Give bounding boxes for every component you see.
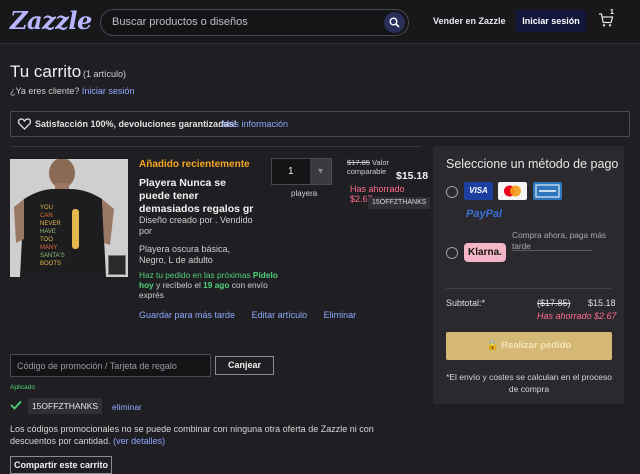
shirt-text-1: YOU bbox=[40, 205, 53, 211]
promo-note-text: Los códigos promocionales no se puede co… bbox=[10, 424, 374, 446]
shirt-text-4: HAVE bbox=[40, 229, 56, 235]
klarna-radio[interactable] bbox=[446, 247, 458, 259]
subtotal-savings: Has ahorrado $2.67 bbox=[537, 311, 617, 321]
applied-label: Aplicado bbox=[10, 384, 35, 391]
quantity-value: 1 bbox=[288, 166, 294, 177]
lock-icon: 🔒 bbox=[486, 340, 499, 351]
shirt-text-6: MANY bbox=[40, 245, 57, 251]
old-price-value: $17.85 bbox=[347, 158, 370, 167]
mastercard-icon bbox=[498, 182, 527, 200]
item-actions: Guardar para más tarde Editar artículo E… bbox=[139, 310, 370, 320]
shipping-note: *El envío y costes se calculan en el pro… bbox=[446, 372, 612, 394]
subtotal-old: ($17.85) bbox=[537, 298, 571, 308]
shirt-text-3: NEVER bbox=[40, 221, 61, 227]
shirt-text-8: BOOTS bbox=[40, 261, 61, 267]
guarantee-banner: Satisfacción 100%, devoluciones garantiz… bbox=[10, 111, 630, 137]
search-icon bbox=[389, 17, 400, 28]
delivery-estimate: Haz tu pedido en las próximas Pídelo hoy… bbox=[139, 270, 289, 300]
delivery-mid: y recíbelo el bbox=[156, 280, 201, 290]
share-cart-button[interactable]: Compartir este carrito bbox=[10, 456, 112, 474]
klarna-logo: Klarna. bbox=[464, 243, 506, 262]
search-button[interactable] bbox=[384, 12, 405, 33]
checkout-button[interactable]: 🔒 Realizar pedido bbox=[446, 332, 612, 360]
item-count: (1 artículo) bbox=[83, 69, 127, 79]
delivery-prefix: Haz tu pedido en las próximas bbox=[139, 270, 251, 280]
more-info-link[interactable]: Más información bbox=[222, 119, 288, 129]
recently-added-label: Añadido recientemente bbox=[139, 159, 250, 170]
product-thumbnail[interactable] bbox=[108, 255, 126, 275]
promo-code-input[interactable]: Código de promoción / Tarjeta de regalo bbox=[10, 354, 211, 377]
visa-card-icon: VISA bbox=[464, 182, 493, 200]
search-input[interactable]: Buscar productos o diseños bbox=[112, 16, 248, 28]
klarna-disabled-line bbox=[512, 250, 592, 251]
login-button[interactable]: Iniciar sesión bbox=[516, 10, 586, 32]
search-box[interactable]: Buscar productos o diseños bbox=[100, 9, 409, 36]
payment-title: Seleccione un método de pago bbox=[446, 157, 619, 171]
edit-item-link[interactable]: Editar artículo bbox=[252, 310, 308, 320]
product-name[interactable]: Playera Nunca se puede tener demasiados … bbox=[139, 177, 257, 216]
sell-link[interactable]: Vender en Zazzle bbox=[433, 16, 506, 26]
save-for-later-link[interactable]: Guardar para más tarde bbox=[139, 310, 235, 320]
zazzle-logo[interactable]: Zazzle bbox=[10, 6, 92, 35]
client-question: ¿Ya eres cliente? bbox=[10, 86, 80, 96]
apply-promo-button[interactable]: Canjear bbox=[215, 356, 274, 375]
applied-code-tag: 15OFFZTHANKS bbox=[368, 197, 431, 209]
promo-disclaimer: Los códigos promocionales no se puede co… bbox=[10, 423, 420, 447]
card-paypal-radio[interactable] bbox=[446, 186, 458, 198]
checkmark-icon bbox=[10, 400, 22, 410]
remove-item-link[interactable]: Eliminar bbox=[324, 310, 357, 320]
subtotal-new: $15.18 bbox=[588, 298, 616, 308]
shirt-text-2: CAN bbox=[40, 213, 53, 219]
amex-card-icon bbox=[533, 182, 562, 200]
subtotal-label: Subtotal:* bbox=[446, 298, 486, 308]
designed-by: Diseño creado por . Vendido por bbox=[139, 215, 253, 236]
checkout-label: Realizar pedido bbox=[501, 340, 572, 351]
product-variant: Playera oscura básica, Negro, L de adult… bbox=[139, 244, 231, 265]
guarantee-text: Satisfacción 100%, devoluciones garantiz… bbox=[35, 119, 237, 129]
paypal-logo: PayPal bbox=[466, 208, 503, 220]
klarna-description: Compra ahora, paga más tarde bbox=[512, 230, 607, 251]
cart-item: YOU CAN NEVER HAVE TOO MANY SANTA'S BOOT… bbox=[10, 146, 431, 332]
chevron-down-icon[interactable]: ▾ bbox=[310, 159, 331, 184]
promo-details-link[interactable]: (ver detalles) bbox=[113, 436, 165, 446]
payment-panel: Seleccione un método de pago VISA PayPal… bbox=[433, 146, 624, 404]
shirt-text-5: TOO bbox=[40, 237, 53, 243]
cart-count-badge: 1 bbox=[610, 9, 614, 16]
remove-coupon-link[interactable]: eliminar bbox=[112, 402, 142, 412]
top-header: Zazzle Buscar productos o diseños Vender… bbox=[0, 0, 640, 44]
product-image[interactable]: YOU CAN NEVER HAVE TOO MANY SANTA'S BOOT… bbox=[10, 159, 128, 277]
shirt-text-7: SANTA'S bbox=[40, 253, 65, 259]
delivery-date: 19 ago bbox=[203, 280, 230, 290]
quantity-select[interactable]: 1 ▾ bbox=[271, 158, 332, 185]
heart-icon bbox=[18, 118, 31, 130]
item-price: $15.18 bbox=[396, 170, 429, 182]
quantity-unit-label: playera bbox=[291, 189, 318, 198]
promo-placeholder: Código de promoción / Tarjeta de regalo bbox=[17, 361, 177, 371]
applied-coupon-code: 15OFFZTHANKS bbox=[28, 398, 102, 414]
client-prompt: ¿Ya eres cliente? Iniciar sesión bbox=[10, 86, 134, 96]
panel-divider bbox=[446, 288, 612, 289]
client-login-link[interactable]: Iniciar sesión bbox=[82, 86, 135, 96]
page-title: Tu carrito bbox=[10, 62, 82, 81]
